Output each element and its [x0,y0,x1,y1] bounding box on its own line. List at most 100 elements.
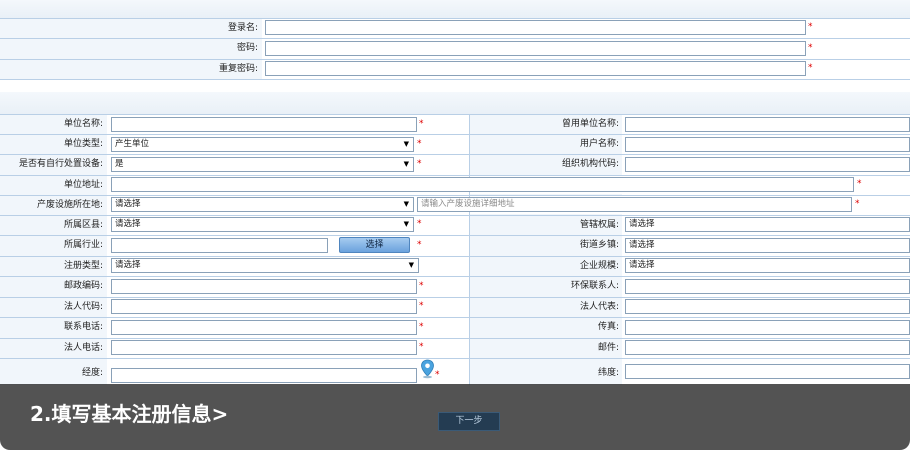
county-value: 请选择 [115,219,141,229]
postcode-input[interactable] [111,279,417,294]
divider [0,297,910,298]
legal-rep-label: 法人代表: [579,302,619,312]
divider [0,134,910,135]
unit-type-select[interactable]: 产生单位 ▼ [111,137,414,152]
facility-address-input[interactable]: 请输入产废设施详细地址 [417,197,852,212]
chevron-down-icon: ▼ [403,200,409,208]
username-input[interactable] [625,137,910,152]
facility-location-select[interactable]: 请选择 ▼ [111,197,414,212]
facility-location-value: 请选择 [115,199,141,209]
repeat-password-input[interactable] [265,61,806,76]
jurisdiction-select[interactable]: 请选择 [625,217,910,232]
legal-code-input[interactable] [111,299,417,314]
username-label: 用户名称: [579,139,619,149]
org-code-input[interactable] [625,157,910,172]
map-pin-icon[interactable] [420,359,435,379]
legal-phone-input[interactable] [111,340,417,355]
divider [0,215,910,216]
legal-rep-input[interactable] [625,299,910,314]
divider [0,256,910,257]
longitude-input[interactable] [111,368,417,383]
next-step-button[interactable]: 下一步 [438,412,500,431]
repeat-password-label: 重复密码: [218,64,258,74]
email-label: 邮件: [597,343,619,353]
email-input[interactable] [625,340,910,355]
env-contact-label: 环保联系人: [570,281,619,291]
login-label: 登录名: [227,23,258,33]
legal-phone-label: 法人电话: [63,343,103,353]
required-mark: * [857,179,862,189]
longitude-label: 经度: [81,368,103,378]
required-mark: * [419,342,424,352]
step-caption: 2.填写基本注册信息> [30,402,229,426]
required-mark: * [419,119,424,129]
choose-industry-button[interactable]: 选择 [339,237,410,253]
fax-input[interactable] [625,320,910,335]
postcode-label: 邮政编码: [63,281,103,291]
reg-type-select[interactable]: 请选择 ▼ [111,258,419,273]
town-label: 街道乡镇: [579,240,619,250]
reg-type-value: 请选择 [115,260,141,270]
latitude-input[interactable] [625,364,910,379]
divider [0,79,910,80]
password-input[interactable] [265,41,806,56]
jurisdiction-label: 管辖权属: [579,220,619,230]
org-code-label: 组织机构代码: [561,159,619,169]
self-disposal-label: 是否有自行处置设备: [18,159,103,169]
required-mark: * [419,322,424,332]
phone-input[interactable] [111,320,417,335]
address-input[interactable] [111,177,854,192]
chevron-down-icon: ▼ [408,261,414,269]
address-label: 单位地址: [63,180,103,190]
county-select[interactable]: 请选择 ▼ [111,217,414,232]
divider [0,338,910,339]
unit-name-label: 单位名称: [63,119,103,129]
divider [0,317,910,318]
former-name-input[interactable] [625,117,910,132]
reg-type-label: 注册类型: [63,261,103,271]
chevron-down-icon: ▼ [403,160,409,168]
county-label: 所属区县: [63,220,103,230]
divider [0,235,910,236]
required-mark: * [808,43,813,53]
town-select[interactable]: 请选择 [625,238,910,253]
legal-code-label: 法人代码: [63,302,103,312]
required-mark: * [417,240,422,250]
industry-label: 所属行业: [63,240,103,250]
env-contact-input[interactable] [625,279,910,294]
divider [0,358,910,359]
required-mark: * [808,22,813,32]
required-mark: * [808,63,813,73]
former-name-label: 曾用单位名称: [561,119,619,129]
fax-label: 传真: [597,322,619,332]
unit-type-value: 产生单位 [115,139,150,149]
form-top-strip [0,0,910,18]
self-disposal-value: 是 [115,159,124,169]
self-disposal-select[interactable]: 是 ▼ [111,157,414,172]
latitude-label: 纬度: [597,368,619,378]
section-separator-strip [0,92,910,114]
facility-location-label: 产废设施所在地: [36,200,103,210]
unit-type-label: 单位类型: [63,139,103,149]
divider [0,114,910,115]
required-mark: * [435,370,440,380]
phone-label: 联系电话: [63,322,103,332]
divider [0,276,910,277]
required-mark: * [419,301,424,311]
login-input[interactable] [265,20,806,35]
scale-label: 企业规模: [579,261,619,271]
industry-input[interactable] [111,238,328,253]
chevron-down-icon: ▼ [403,220,409,228]
scale-select[interactable]: 请选择 [625,258,910,273]
unit-name-input[interactable] [111,117,417,132]
divider [0,195,910,196]
required-mark: * [419,281,424,291]
divider [0,175,910,176]
divider [0,154,910,155]
required-mark: * [417,159,422,169]
required-mark: * [417,219,422,229]
required-mark: * [417,139,422,149]
chevron-down-icon: ▼ [403,140,409,148]
password-label: 密码: [236,43,258,53]
required-mark: * [855,199,860,209]
